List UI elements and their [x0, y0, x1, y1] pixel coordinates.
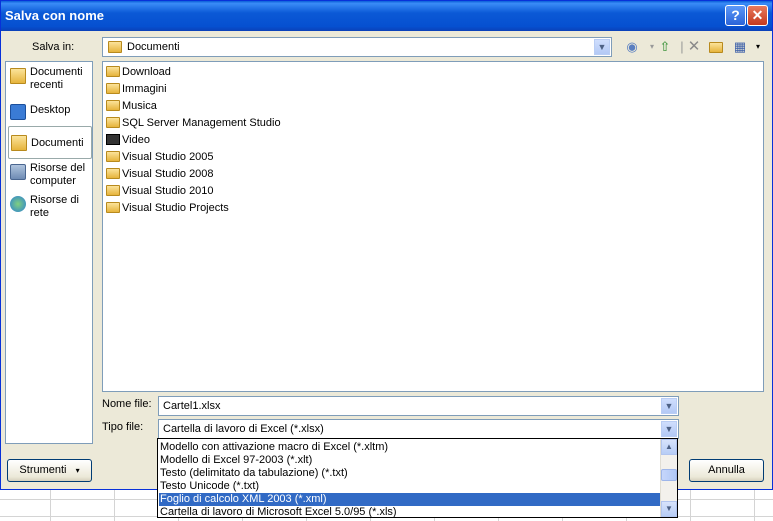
- filetype-label: Tipo file:: [102, 421, 144, 433]
- chevron-down-icon[interactable]: ▼: [594, 39, 610, 55]
- recent-documents-icon: [10, 68, 26, 84]
- scroll-down-icon[interactable]: ▼: [661, 501, 677, 517]
- place-my-computer[interactable]: Risorse del computer: [8, 162, 92, 190]
- folder-icon: [106, 151, 120, 162]
- chevron-down-icon[interactable]: ▼: [661, 398, 677, 414]
- network-icon: [10, 196, 26, 212]
- save-as-dialog: Salva con nome ? ✕ Salva in: Documenti ▼…: [0, 0, 773, 490]
- cancel-button[interactable]: Annulla: [689, 459, 764, 482]
- place-recent-documents[interactable]: Documenti recenti: [8, 66, 92, 96]
- new-folder-icon[interactable]: [707, 39, 725, 55]
- filetype-value: Cartella di lavoro di Excel (*.xlsx): [163, 423, 324, 435]
- up-folder-icon[interactable]: ⇧: [656, 39, 674, 55]
- chevron-down-icon[interactable]: ▼: [661, 421, 677, 437]
- places-bar: Documenti recenti Desktop Documenti Riso…: [5, 61, 93, 444]
- place-network[interactable]: Risorse di rete: [8, 194, 92, 222]
- place-desktop[interactable]: Desktop: [8, 102, 92, 120]
- dropdown-option[interactable]: Modello di Excel 97-2003 (*.xlt): [159, 454, 662, 467]
- music-folder-icon: [106, 100, 120, 111]
- documents-icon: [11, 135, 27, 151]
- filename-label: Nome file:: [102, 398, 152, 410]
- documents-folder-icon: [108, 41, 122, 53]
- dropdown-option[interactable]: Testo Unicode (*.txt): [159, 480, 662, 493]
- close-button[interactable]: ✕: [747, 5, 768, 26]
- video-folder-icon: [106, 134, 120, 145]
- pictures-folder-icon: [106, 83, 120, 94]
- chevron-down-icon: ▾: [75, 466, 80, 475]
- delete-icon[interactable]: ✕: [685, 39, 703, 55]
- filename-input[interactable]: Cartel1.xlsx ▼: [158, 396, 679, 416]
- folder-icon: [106, 185, 120, 196]
- scroll-up-icon[interactable]: ▲: [661, 439, 677, 455]
- folder-icon: [106, 117, 120, 128]
- filename-value: Cartel1.xlsx: [163, 400, 221, 412]
- dialog-title: Salva con nome: [5, 8, 104, 23]
- filetype-select[interactable]: Cartella di lavoro di Excel (*.xlsx) ▼: [158, 419, 679, 439]
- back-icon[interactable]: ◉: [623, 39, 641, 55]
- dropdown-option[interactable]: Modello con attivazione macro di Excel (…: [159, 441, 662, 454]
- my-computer-icon: [10, 164, 26, 180]
- dropdown-option[interactable]: Cartella di lavoro di Microsoft Excel 5.…: [159, 506, 662, 517]
- title-bar[interactable]: Salva con nome ? ✕: [1, 1, 772, 31]
- scroll-thumb[interactable]: [661, 469, 677, 481]
- folder-icon: [106, 202, 120, 213]
- folder-icon: [106, 66, 120, 77]
- views-dropdown-icon[interactable]: ▾: [749, 39, 767, 55]
- desktop-icon: [10, 104, 26, 120]
- filetype-dropdown-list[interactable]: Modello con attivazione macro di Excel (…: [157, 438, 678, 518]
- dropdown-scrollbar[interactable]: ▲ ▼: [660, 439, 677, 517]
- dropdown-option[interactable]: Testo (delimitato da tabulazione) (*.txt…: [159, 467, 662, 480]
- save-in-value: Documenti: [127, 41, 180, 53]
- tools-button[interactable]: Strumenti ▾: [7, 459, 92, 482]
- place-documents[interactable]: Documenti: [8, 126, 92, 159]
- save-in-combo[interactable]: Documenti ▼: [102, 37, 612, 57]
- folder-icon: [106, 168, 120, 179]
- views-icon[interactable]: ▦: [731, 39, 749, 55]
- dropdown-option-highlighted[interactable]: Foglio di calcolo XML 2003 (*.xml): [159, 493, 662, 506]
- file-list[interactable]: Download Immagini Musica SQL Server Mana…: [102, 61, 764, 392]
- help-button[interactable]: ?: [725, 5, 746, 26]
- save-in-label: Salva in:: [32, 41, 75, 53]
